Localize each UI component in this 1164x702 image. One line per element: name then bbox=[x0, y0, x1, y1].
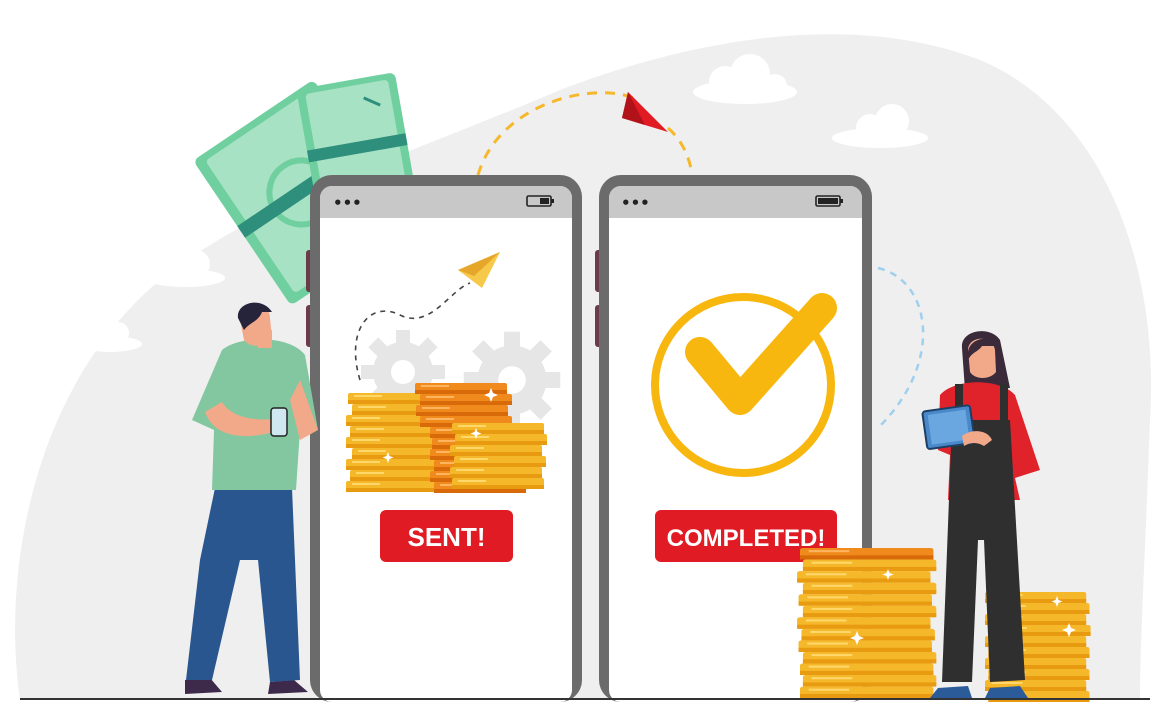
completed-label: COMPLETED! bbox=[667, 525, 826, 552]
sent-badge: SENT! bbox=[380, 510, 513, 562]
sent-label: SENT! bbox=[408, 522, 486, 552]
menu-dots-icon: ••• bbox=[333, 194, 362, 212]
menu-dots-icon: ••• bbox=[621, 194, 650, 212]
illustration-scene: ••• SENT! ••• COMPLETED! bbox=[15, 34, 1152, 702]
